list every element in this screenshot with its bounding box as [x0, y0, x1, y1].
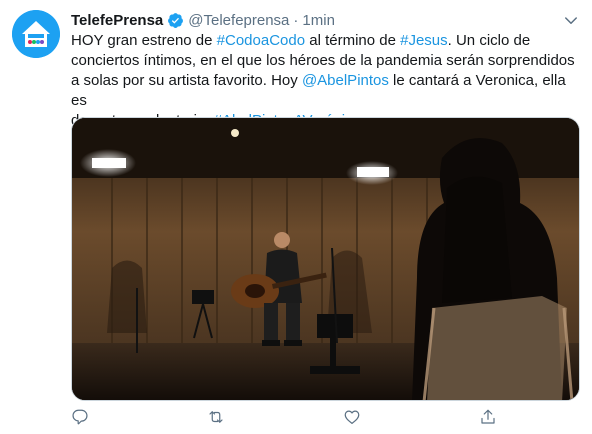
tweet-link[interactable]: @AbelPintos: [302, 72, 389, 89]
avatar[interactable]: [12, 10, 60, 58]
retweet-icon[interactable]: [207, 408, 229, 430]
reply-icon[interactable]: [71, 408, 93, 430]
timestamp[interactable]: 1min: [302, 12, 335, 29]
tweet-text-segment: al término de: [305, 32, 401, 49]
share-icon[interactable]: [479, 408, 501, 430]
tweet-text-segment: HOY gran estreno de: [71, 32, 217, 49]
tweet-card[interactable]: TelefePrensa @Telefeprensa · 1min HOY gr…: [0, 0, 592, 434]
heart-icon[interactable]: [343, 408, 365, 430]
tweet-media-image[interactable]: [71, 117, 580, 401]
tweet-text: HOY gran estreno de #CodoaCodo al términ…: [71, 31, 581, 131]
author-handle[interactable]: @Telefeprensa: [188, 12, 289, 29]
tweet-link[interactable]: #Jesus: [400, 32, 448, 49]
author-name[interactable]: TelefePrensa: [71, 12, 163, 29]
chevron-down-icon[interactable]: [562, 12, 580, 30]
separator-dot: ·: [293, 11, 299, 29]
tweet-link[interactable]: #CodoaCodo: [217, 32, 305, 49]
tweet-actions: [71, 408, 511, 430]
tweet-header: TelefePrensa @Telefeprensa · 1min: [71, 10, 335, 30]
verified-badge-icon: [167, 12, 184, 29]
